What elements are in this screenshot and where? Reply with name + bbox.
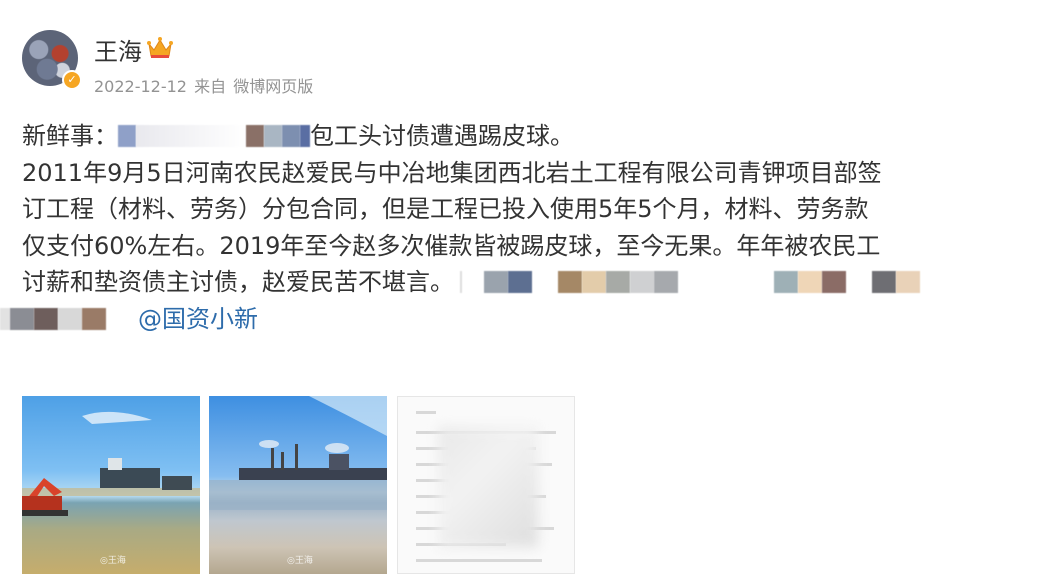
post-line-5-text: 讨薪和垫资债主讨债，赵爱民苦不堪言。 [22,268,454,296]
redacted-block [136,125,246,147]
photo-watermark: ◎王海 [100,556,126,566]
post-line-2: 2011年9月5日河南农民赵爱民与中冶地集团西北岩土工程有限公司青钾项目部签 [22,158,882,187]
blurred-region [438,427,538,547]
redacted-block [654,271,678,293]
photo-grid: ◎王海 ◎王海 [22,396,582,574]
redacted-block [508,271,532,293]
doc-line [416,411,436,414]
redacted-block [58,307,82,330]
post-header: ✓ 王海 2022-12-12 来自 微博网页版 [22,30,622,100]
post-line-1-prefix: 新鲜事： [22,122,118,150]
crown-icon [147,37,173,58]
redacted-block [558,271,582,293]
post-text: 新鲜事： 包工头讨债遭遇踢皮球。 2011年9月5日河南农民赵爱民与中冶地集团西北… [0,118,1022,337]
redacted-block [774,271,798,293]
mention-link[interactable]: @国资小新 [138,305,258,333]
redacted-block [460,271,484,293]
post-line-1: 新鲜事： 包工头讨债遭遇踢皮球。 [22,118,1022,155]
redacted-block [264,125,282,147]
photo-watermark: ◎王海 [287,556,313,566]
doc-line [416,559,542,562]
factory-scene-icon [209,396,387,510]
redacted-block [606,271,630,293]
redacted-block [300,125,310,147]
post-line-3: 订工程（材料、劳务）分包合同，但是工程已投入使用5年5个月，材料、劳务款 [22,195,869,223]
redacted-block [822,271,846,293]
post-line-4: 仅支付60%左右。2019年至今赵多次催款皆被踢皮球，至今无果。年年被农民工 [22,231,881,260]
post-line-6: @国资小新 [0,301,1000,338]
excavator-scene-icon [22,411,200,516]
redacted-block [0,307,10,330]
redacted-block [34,307,58,330]
redacted-block [484,271,508,293]
redacted-block [118,125,136,147]
redacted-block [630,271,654,293]
redacted-block [582,271,606,293]
redacted-block [872,271,896,293]
redacted-block [896,271,920,293]
redacted-block [82,307,106,330]
photo-contract-document[interactable] [397,396,575,574]
post-line-5: 讨薪和垫资债主讨债，赵爱民苦不堪言。 [22,264,1022,301]
post-meta: 2022-12-12 来自 微博网页版 [94,73,315,97]
redacted-block [10,307,34,330]
post-date[interactable]: 2022-12-12 [94,77,187,96]
redacted-block [282,125,300,147]
photo-excavator-lake[interactable]: ◎王海 [22,396,200,574]
verified-badge-icon: ✓ [62,70,82,90]
post-source[interactable]: 微博网页版 [233,77,313,96]
photo-lake-factory[interactable]: ◎王海 [209,396,387,574]
post-line-1-suffix: 包工头讨债遭遇踢皮球。 [310,122,574,150]
source-prefix: 来自 [194,77,227,96]
username[interactable]: 王海 [94,32,142,67]
redacted-block [246,125,264,147]
redacted-block [798,271,822,293]
